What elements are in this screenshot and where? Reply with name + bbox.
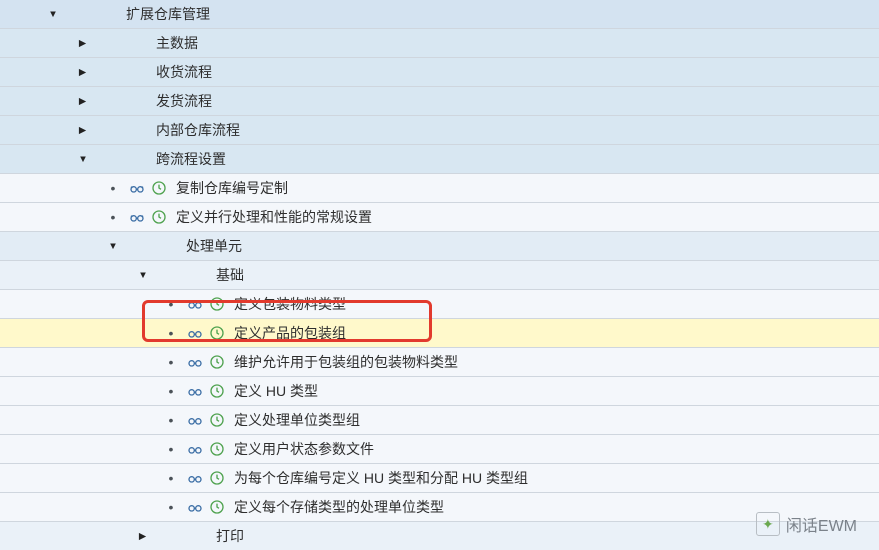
expand-toggle[interactable] bbox=[76, 94, 90, 108]
node-label: 定义产品的包装组 bbox=[228, 323, 346, 343]
glasses-icon bbox=[186, 440, 204, 458]
node-label: 打印 bbox=[210, 526, 244, 546]
glasses-icon bbox=[186, 411, 204, 429]
tree-node-ewm[interactable]: 扩展仓库管理 bbox=[0, 0, 879, 29]
tree-node-print[interactable]: 打印 bbox=[0, 522, 879, 550]
bullet-icon: • bbox=[164, 442, 178, 456]
expand-toggle[interactable] bbox=[136, 268, 150, 282]
img-tree: 扩展仓库管理 主数据 收货流程 发货流程 内部仓库流程 跨流程设置 • bbox=[0, 0, 879, 550]
expand-toggle[interactable] bbox=[76, 123, 90, 137]
node-label: 内部仓库流程 bbox=[150, 120, 240, 140]
glasses-icon bbox=[128, 179, 146, 197]
tree-node-hu-type-grp[interactable]: • 定义处理单位类型组 bbox=[0, 406, 879, 435]
tree-node-hu-type[interactable]: • 定义 HU 类型 bbox=[0, 377, 879, 406]
bullet-icon: • bbox=[164, 384, 178, 398]
bullet-icon: • bbox=[106, 210, 120, 224]
node-label: 定义每个存储类型的处理单位类型 bbox=[228, 497, 444, 517]
expand-toggle[interactable] bbox=[76, 65, 90, 79]
expand-toggle[interactable] bbox=[76, 152, 90, 166]
node-label: 定义 HU 类型 bbox=[228, 381, 318, 401]
bullet-icon: • bbox=[106, 181, 120, 195]
node-label: 收货流程 bbox=[150, 62, 212, 82]
tree-node-cross[interactable]: 跨流程设置 bbox=[0, 145, 879, 174]
glasses-icon bbox=[186, 382, 204, 400]
node-label: 维护允许用于包装组的包装物料类型 bbox=[228, 352, 458, 372]
tree-node-basics[interactable]: 基础 bbox=[0, 261, 879, 290]
tree-node-pack-mat-type[interactable]: • 定义包装物料类型 bbox=[0, 290, 879, 319]
clock-icon bbox=[150, 208, 168, 226]
node-label: 扩展仓库管理 bbox=[120, 4, 210, 24]
node-label: 处理单元 bbox=[180, 236, 242, 256]
bullet-icon: • bbox=[164, 326, 178, 340]
tree-node-perf[interactable]: • 定义并行处理和性能的常规设置 bbox=[0, 203, 879, 232]
node-label: 主数据 bbox=[150, 33, 198, 53]
clock-icon bbox=[208, 324, 226, 342]
clock-icon bbox=[208, 469, 226, 487]
glasses-icon bbox=[186, 353, 204, 371]
glasses-icon bbox=[186, 324, 204, 342]
tree-node-allowed-mat[interactable]: • 维护允许用于包装组的包装物料类型 bbox=[0, 348, 879, 377]
glasses-icon bbox=[186, 295, 204, 313]
node-label: 发货流程 bbox=[150, 91, 212, 111]
tree-node-copy-wh[interactable]: • 复制仓库编号定制 bbox=[0, 174, 879, 203]
expand-toggle[interactable] bbox=[46, 7, 60, 21]
node-label: 基础 bbox=[210, 265, 244, 285]
tree-node-outbound[interactable]: 发货流程 bbox=[0, 87, 879, 116]
tree-node-inbound[interactable]: 收货流程 bbox=[0, 58, 879, 87]
node-label: 定义处理单位类型组 bbox=[228, 410, 360, 430]
tree-node-master-data[interactable]: 主数据 bbox=[0, 29, 879, 58]
node-label: 跨流程设置 bbox=[150, 149, 226, 169]
bullet-icon: • bbox=[164, 413, 178, 427]
bullet-icon: • bbox=[164, 471, 178, 485]
bullet-icon: • bbox=[164, 297, 178, 311]
expand-toggle[interactable] bbox=[106, 239, 120, 253]
node-label: 定义包装物料类型 bbox=[228, 294, 346, 314]
bullet-icon: • bbox=[164, 500, 178, 514]
tree-node-hu-per-storage[interactable]: • 定义每个存储类型的处理单位类型 bbox=[0, 493, 879, 522]
clock-icon bbox=[208, 440, 226, 458]
watermark-brand: ✦ 闲话EWM bbox=[756, 512, 857, 536]
tree-node-hu[interactable]: 处理单元 bbox=[0, 232, 879, 261]
node-label: 为每个仓库编号定义 HU 类型和分配 HU 类型组 bbox=[228, 468, 528, 488]
clock-icon bbox=[208, 498, 226, 516]
expand-toggle[interactable] bbox=[136, 529, 150, 543]
expand-toggle[interactable] bbox=[76, 36, 90, 50]
glasses-icon bbox=[186, 498, 204, 516]
tree-node-user-status[interactable]: • 定义用户状态参数文件 bbox=[0, 435, 879, 464]
wechat-icon: ✦ bbox=[756, 512, 780, 536]
clock-icon bbox=[208, 295, 226, 313]
node-label: 定义用户状态参数文件 bbox=[228, 439, 374, 459]
tree-node-prod-pack-group[interactable]: • 定义产品的包装组 bbox=[0, 319, 879, 348]
clock-icon bbox=[208, 382, 226, 400]
glasses-icon bbox=[128, 208, 146, 226]
clock-icon bbox=[208, 411, 226, 429]
watermark-text: 闲话EWM bbox=[786, 512, 857, 536]
bullet-icon: • bbox=[164, 355, 178, 369]
tree-node-internal[interactable]: 内部仓库流程 bbox=[0, 116, 879, 145]
node-label: 定义并行处理和性能的常规设置 bbox=[170, 207, 372, 227]
glasses-icon bbox=[186, 469, 204, 487]
clock-icon bbox=[150, 179, 168, 197]
tree-node-hu-per-wh[interactable]: • 为每个仓库编号定义 HU 类型和分配 HU 类型组 bbox=[0, 464, 879, 493]
clock-icon bbox=[208, 353, 226, 371]
node-label: 复制仓库编号定制 bbox=[170, 178, 288, 198]
